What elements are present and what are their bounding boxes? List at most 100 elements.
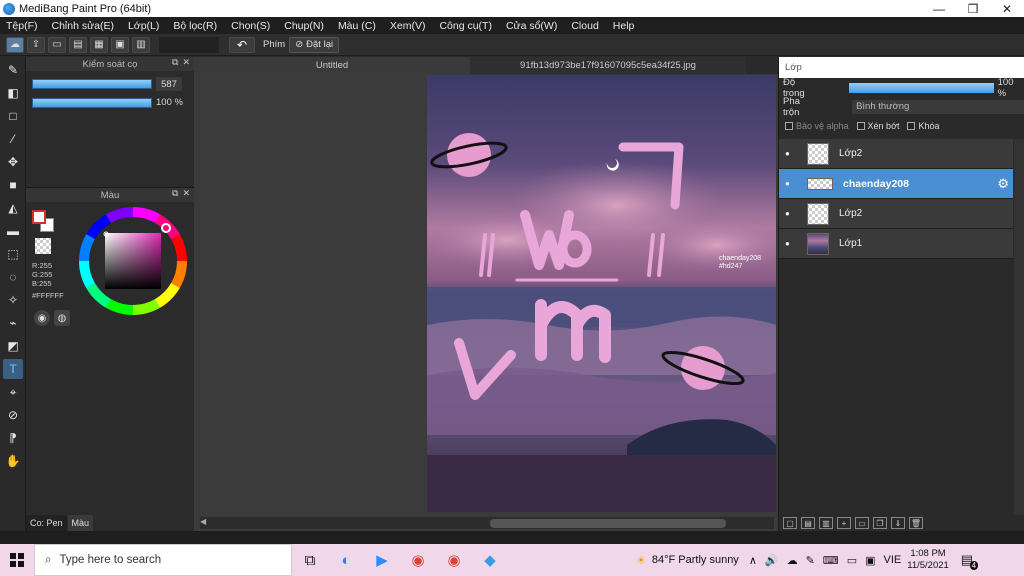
message-icon[interactable]: ▤: [69, 36, 87, 53]
blend-mode-select[interactable]: Bình thường: [852, 99, 1024, 114]
move-tool-icon[interactable]: ✥: [3, 152, 23, 172]
visibility-icon[interactable]: ●: [785, 179, 799, 188]
layer-row[interactable]: ● Lớp1: [779, 229, 1013, 259]
new-halftone-layer-icon[interactable]: ▤: [801, 517, 815, 529]
protect-alpha-checkbox[interactable]: Bảo vệ alpha: [785, 121, 849, 131]
new-8bit-layer-icon[interactable]: ▥: [819, 517, 833, 529]
select-tool-icon[interactable]: ⬚: [3, 244, 23, 264]
weather-widget[interactable]: ☀ 84°F Partly sunny: [636, 554, 739, 567]
duplicate-layer-icon[interactable]: ❐: [873, 517, 887, 529]
artwork-canvas[interactable]: chaenday208 #hd247: [427, 75, 776, 512]
comment-icon[interactable]: ▭: [48, 36, 66, 53]
language-indicator[interactable]: VIE: [884, 554, 902, 566]
dropper-icon[interactable]: ⁋: [3, 428, 23, 448]
delete-layer-icon[interactable]: 🗑: [909, 517, 923, 529]
color-set-icon[interactable]: ◍: [54, 310, 70, 326]
menu-layer[interactable]: Lớp(L): [128, 20, 159, 32]
taskbar-search[interactable]: ⌕ Type here to search: [34, 544, 292, 576]
menu-tools[interactable]: Công cụ(T): [439, 20, 492, 32]
transparent-swatch[interactable]: [35, 238, 51, 254]
menu-help[interactable]: Help: [613, 20, 635, 32]
sv-square[interactable]: [105, 233, 161, 289]
medibang-icon[interactable]: ◆: [472, 544, 508, 576]
brush-opacity-slider[interactable]: [32, 97, 152, 108]
shape-tool-icon[interactable]: ■: [3, 175, 23, 195]
chevron-up-icon[interactable]: ∧: [749, 554, 757, 567]
reset-button[interactable]: ⊘ Đặt lại: [289, 36, 340, 53]
layer-row[interactable]: ● Lớp2: [779, 199, 1013, 229]
menu-filter[interactable]: Bộ lọc(R): [173, 20, 217, 32]
close-panel-icon[interactable]: ✕: [182, 57, 190, 68]
task-view-icon[interactable]: ⧉: [292, 544, 328, 576]
clipping-checkbox[interactable]: Xén bớt: [856, 121, 899, 131]
menu-edit[interactable]: Chỉnh sửa(E): [52, 20, 114, 32]
foreground-swatch[interactable]: [32, 210, 46, 224]
new-layer-icon[interactable]: ▢: [783, 517, 797, 529]
brush-size-slider[interactable]: [32, 79, 152, 89]
tab-untitled[interactable]: Untitled: [194, 57, 470, 74]
start-button[interactable]: [0, 544, 34, 576]
tab-color[interactable]: Màu: [67, 515, 94, 531]
close-button[interactable]: ✕: [990, 0, 1024, 17]
battery-icon[interactable]: ▭: [847, 554, 857, 567]
pen-icon[interactable]: ✎: [806, 554, 815, 567]
visibility-icon[interactable]: ●: [785, 209, 799, 218]
close-panel-icon[interactable]: ✕: [182, 188, 190, 199]
network-icon[interactable]: ▣: [865, 554, 875, 567]
page-icon[interactable]: ▦: [90, 36, 108, 53]
fill-tool-icon[interactable]: ◭: [3, 198, 23, 218]
keyboard-icon[interactable]: ⌨: [823, 554, 839, 567]
menu-snap[interactable]: Chụp(N): [284, 20, 324, 32]
menu-file[interactable]: Tệp(F): [6, 20, 38, 32]
lock-checkbox[interactable]: Khóa: [907, 121, 940, 131]
brush-tool-icon[interactable]: ✎: [3, 60, 23, 80]
eraser-tool-icon[interactable]: ◧: [3, 83, 23, 103]
cloud-icon[interactable]: ☁: [6, 36, 24, 53]
eyedropper-tool-icon[interactable]: ⊘: [3, 405, 23, 425]
popout-icon[interactable]: ⧉: [172, 188, 178, 199]
layer-opacity-slider[interactable]: [848, 82, 994, 93]
chrome-icon[interactable]: ◉: [400, 544, 436, 576]
merge-down-icon[interactable]: ⇓: [891, 517, 905, 529]
folder-icon[interactable]: ▭: [855, 517, 869, 529]
menu-window[interactable]: Cửa sổ(W): [506, 20, 557, 32]
notification-center[interactable]: ▤ 4: [961, 552, 979, 570]
text-tool-icon[interactable]: T: [3, 359, 23, 379]
minimize-button[interactable]: —: [922, 0, 956, 17]
select-pen-icon[interactable]: ⌁: [3, 313, 23, 333]
maximize-button[interactable]: ❐: [956, 0, 990, 17]
share-icon[interactable]: ⇪: [27, 36, 45, 53]
layout-icon[interactable]: ▥: [132, 36, 150, 53]
add-layer-menu-icon[interactable]: +: [837, 517, 851, 529]
gradient-tool-icon[interactable]: ▬: [3, 221, 23, 241]
select-eraser-icon[interactable]: ◩: [3, 336, 23, 356]
chrome-icon-2[interactable]: ◉: [436, 544, 472, 576]
menu-view[interactable]: Xem(V): [390, 20, 426, 32]
edge-icon[interactable]: ◐: [328, 544, 364, 576]
divide-tool-icon[interactable]: ⌖: [3, 382, 23, 402]
layer-scrollbar[interactable]: [1014, 139, 1024, 519]
menu-cloud[interactable]: Cloud: [571, 20, 598, 32]
dot-tool-icon[interactable]: □: [3, 106, 23, 126]
lasso-tool-icon[interactable]: ◌: [3, 267, 23, 287]
brush-size-value[interactable]: 587: [156, 77, 182, 91]
hand-tool-icon[interactable]: ✋: [3, 451, 23, 471]
horizontal-scrollbar[interactable]: ◀: [200, 517, 774, 529]
color-wheel[interactable]: [78, 206, 188, 316]
gear-icon[interactable]: ⚙: [997, 176, 1009, 192]
volume-icon[interactable]: 🔊: [765, 554, 779, 567]
grid-icon[interactable]: ▣: [111, 36, 129, 53]
scroll-left-icon[interactable]: ◀: [200, 517, 206, 526]
tab-image-file[interactable]: 91fb13d973be17f91607095c5ea34f25.jpg: [470, 57, 746, 74]
visibility-icon[interactable]: ●: [785, 239, 799, 248]
undo-button[interactable]: ↶: [229, 36, 255, 53]
popout-icon[interactable]: ⧉: [172, 57, 178, 68]
scroll-thumb[interactable]: [490, 519, 726, 528]
fg-bg-swatch[interactable]: [32, 210, 54, 232]
menu-select[interactable]: Chọn(S): [231, 20, 270, 32]
magic-wand-icon[interactable]: ✧: [3, 290, 23, 310]
palette-icon[interactable]: ◉: [34, 310, 50, 326]
zoom-icon[interactable]: ▶: [364, 544, 400, 576]
menu-color[interactable]: Màu (C): [338, 20, 376, 32]
taskbar-clock[interactable]: 1:08 PM 11/5/2021: [907, 548, 949, 572]
